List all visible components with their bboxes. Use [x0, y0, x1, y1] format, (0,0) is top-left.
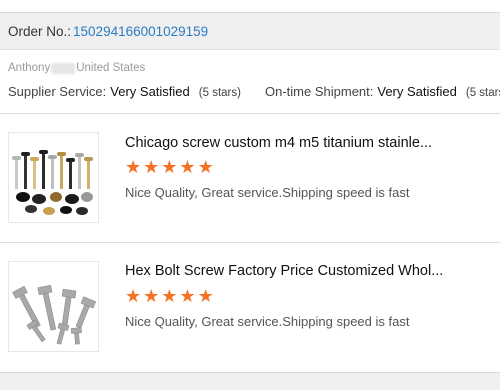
order-number-label: Order No.:	[8, 23, 72, 39]
shipment-stars: (5 stars)	[465, 87, 500, 99]
reviewer-info: Anthony United States	[8, 62, 145, 74]
shipment-value: Very Satisfied	[377, 84, 457, 99]
product-star-rating: ★ ★ ★ ★ ★	[125, 287, 214, 305]
star-icon: ★	[179, 157, 196, 177]
star-icon: ★	[197, 286, 214, 306]
hex-bolts-product-icon	[12, 284, 97, 345]
product-star-rating: ★ ★ ★ ★ ★	[125, 158, 214, 176]
supplier-service-label: Supplier Service:	[8, 84, 107, 99]
product-review-item: Hex Bolt Screw Factory Price Customized …	[0, 258, 500, 358]
divider	[0, 242, 500, 243]
divider	[0, 113, 500, 114]
reviewer-name: Anthony	[8, 62, 51, 74]
shipment-rating: On-time Shipment: Very Satisfied (5 star…	[265, 84, 500, 99]
product-title-link[interactable]: Hex Bolt Screw Factory Price Customized …	[125, 263, 495, 279]
star-icon: ★	[161, 157, 178, 177]
product-thumbnail[interactable]	[8, 261, 99, 352]
reviewer-name-masked	[51, 62, 76, 74]
product-review-item: Chicago screw custom m4 m5 titanium stai…	[0, 130, 500, 230]
supplier-service-rating: Supplier Service: Very Satisfied (5 star…	[8, 84, 241, 99]
product-thumbnail[interactable]	[8, 132, 99, 223]
supplier-service-value: Very Satisfied	[110, 84, 190, 99]
order-number-link[interactable]: 150294166001029159	[73, 24, 208, 39]
star-icon: ★	[143, 286, 160, 306]
star-icon: ★	[197, 157, 214, 177]
reviewer-country: United States	[76, 62, 146, 74]
review-comment: Nice Quality, Great service.Shipping spe…	[125, 185, 410, 200]
supplier-service-stars: (5 stars)	[198, 87, 241, 99]
chicago-screws-product-icon	[12, 150, 93, 215]
star-icon: ★	[143, 157, 160, 177]
star-icon: ★	[125, 157, 142, 177]
star-icon: ★	[179, 286, 196, 306]
review-comment: Nice Quality, Great service.Shipping spe…	[125, 314, 410, 329]
shipment-label: On-time Shipment:	[265, 84, 374, 99]
order-header: Order No.: 150294166001029159	[0, 12, 500, 50]
star-icon: ★	[125, 286, 142, 306]
product-title-link[interactable]: Chicago screw custom m4 m5 titanium stai…	[125, 135, 495, 151]
next-order-header	[0, 372, 500, 390]
star-icon: ★	[161, 286, 178, 306]
